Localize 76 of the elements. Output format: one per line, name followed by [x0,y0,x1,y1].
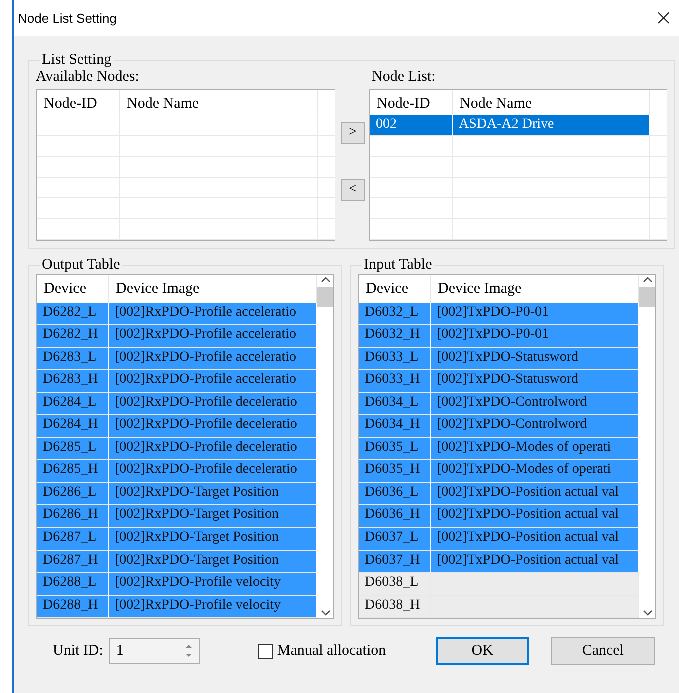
table-cell: D6037_H [359,550,431,572]
table-cell: D6036_H [359,505,431,527]
table-cell: D6038_L [359,573,431,595]
table-cell: D6288_L [37,573,109,595]
table-cell: [002]RxPDO-Profile deceleratio [109,392,317,414]
table-cell: D6287_L [37,528,109,550]
table-cell: D6032_L [359,302,431,324]
move-button[interactable]: > [341,122,365,144]
table-cell: [002]TxPDO-P0-01 [431,325,639,347]
unit-id-field[interactable]: 1 [109,638,200,664]
table-cell: [002]RxPDO-Target Position [109,550,317,572]
table-cell: [002]TxPDO-Controlword [431,415,639,437]
table-cell: [002]TxPDO-Modes of operati [431,460,639,482]
table-cell: [002]TxPDO-Position actual val [431,505,639,527]
table-cell: D6288_H [37,596,109,618]
move-button[interactable]: < [341,179,365,201]
table-cell: [002]TxPDO-Statusword [431,348,639,370]
window-title: Node List Setting [18,10,118,26]
table-cell: D6032_H [359,325,431,347]
table-cell: [002]RxPDO-Profile acceleratio [109,302,317,324]
scrollbar[interactable] [639,275,655,618]
table-cell: D6284_L [37,392,109,414]
table-cell: D6035_H [359,460,431,482]
table-cell: D6034_H [359,415,431,437]
dialog-button[interactable]: Cancel [551,637,656,665]
table-cell: [002]RxPDO-Profile velocity [109,596,317,618]
group-title: List Setting [41,52,113,69]
group-title: Input Table [363,257,434,274]
table-cell: D6286_L [37,482,109,504]
scrollbar[interactable] [317,275,333,618]
field-label: Unit ID: [53,642,104,660]
close-button[interactable]: × [650,6,677,30]
manual-allocation-checkbox[interactable]: Manual allocation [258,642,386,660]
table-cell: D6285_H [37,460,109,482]
field-label: Available Nodes: [36,69,140,87]
table-cell: D6283_L [37,348,109,370]
table-cell: [002]RxPDO-Profile deceleratio [109,460,317,482]
table-cell: D6282_L [37,302,109,324]
table-cell: D6034_L [359,392,431,414]
table-cell: [002]RxPDO-Profile acceleratio [109,348,317,370]
table-cell: [002]TxPDO-Position actual val [431,528,639,550]
group-title: Output Table [41,257,122,274]
table-cell: [002]RxPDO-Target Position [109,505,317,527]
table-cell: [002]RxPDO-Profile velocity [109,573,317,595]
table-cell: D6035_L [359,438,431,460]
table-cell: D6286_H [37,505,109,527]
table-cell: D6285_L [37,438,109,460]
scroll-thumb[interactable] [317,287,333,307]
field-label: Node List: [371,69,437,87]
table-cell: [002]TxPDO-Position actual val [431,482,639,504]
table-cell: [002]TxPDO-Position actual val [431,550,639,572]
table-cell: [002]TxPDO-P0-01 [431,302,639,324]
table-cell: ASDA-A2 Drive [453,115,650,136]
table-cell: [002]TxPDO-Statusword [431,370,639,392]
table-cell: [002]RxPDO-Target Position [109,528,317,550]
table-cell: D6033_H [359,370,431,392]
table-cell: D6284_H [37,415,109,437]
dialog-button[interactable]: OK [436,637,530,665]
table-cell: D6283_H [37,370,109,392]
column-header[interactable]: Node-ID [37,90,120,116]
table-cell: D6037_L [359,528,431,550]
table-cell: [002]TxPDO-Controlword [431,392,639,414]
table-cell: D6287_H [37,550,109,572]
table-cell: 002 [370,115,453,136]
table-cell: [002]TxPDO-Modes of operati [431,438,639,460]
table-cell: [002]RxPDO-Profile deceleratio [109,415,317,437]
table-cell: [002]RxPDO-Target Position [109,482,317,504]
table-cell: [002]RxPDO-Profile acceleratio [109,325,317,347]
table-cell: [002]RxPDO-Profile acceleratio [109,370,317,392]
table-cell: D6038_H [359,596,431,618]
column-header[interactable]: Node Name [120,90,318,116]
table-cell: D6036_L [359,482,431,504]
table-cell: D6282_H [37,325,109,347]
table-cell: [002]RxPDO-Profile deceleratio [109,438,317,460]
scroll-thumb[interactable] [639,287,655,307]
table-cell: D6033_L [359,348,431,370]
